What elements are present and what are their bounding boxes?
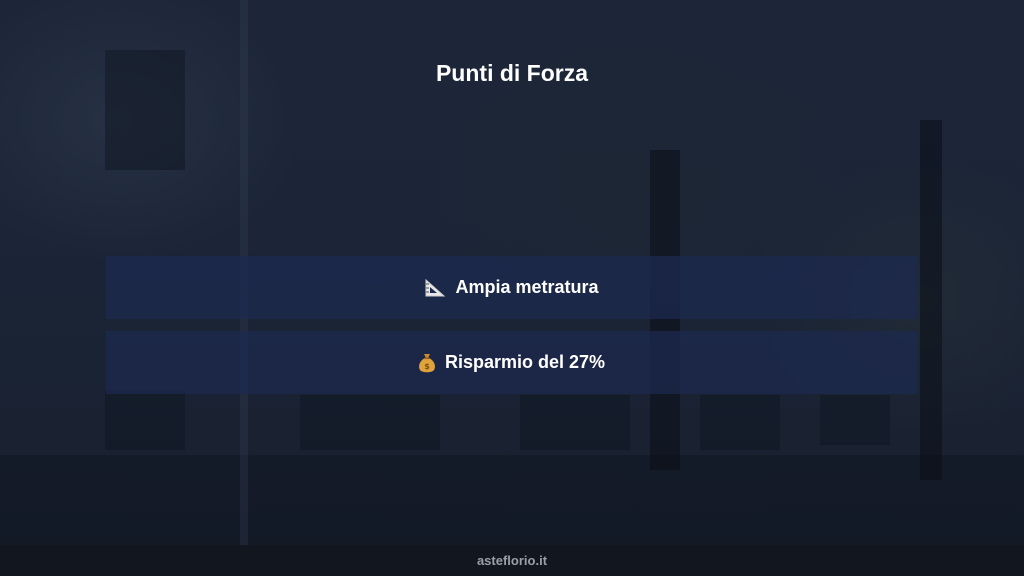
window-shape	[300, 395, 440, 450]
svg-text:$: $	[424, 362, 430, 371]
triangular-ruler-icon	[424, 278, 446, 298]
ground-shape	[0, 455, 1024, 545]
window-shape	[700, 395, 780, 450]
footer-site: asteflorio.it	[476, 553, 548, 568]
money-bag-icon: $	[418, 352, 436, 374]
point-card-area: Ampia metratura	[106, 256, 917, 319]
point-card-savings: $ Risparmio del 27%	[106, 331, 917, 394]
slide-title: Punti di Forza	[435, 60, 589, 86]
point-label: Risparmio del 27%	[444, 352, 606, 372]
window-shape	[820, 395, 890, 445]
footer-bar: asteflorio.it	[0, 545, 1024, 576]
point-label: Ampia metratura	[455, 277, 599, 297]
window-shape	[520, 395, 630, 450]
tree-trunk	[920, 120, 942, 480]
window-shape	[105, 390, 185, 450]
